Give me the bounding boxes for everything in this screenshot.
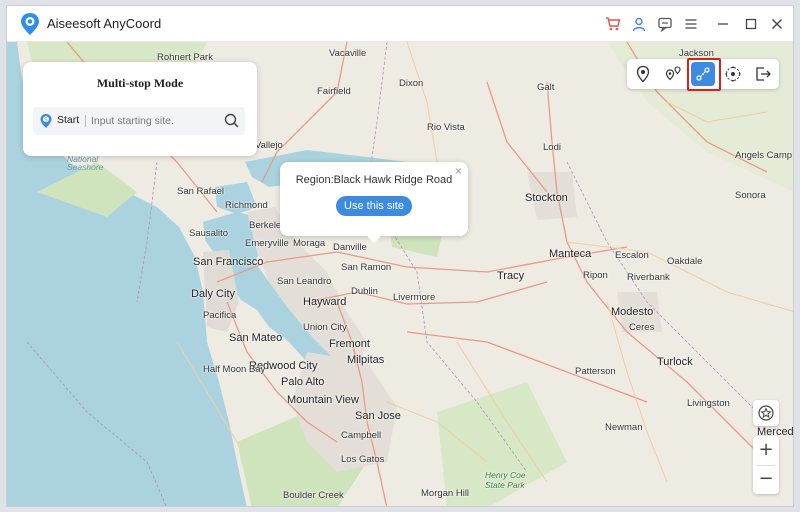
place-label: Fairfield — [317, 86, 351, 97]
place-label: Vallejo — [255, 140, 283, 151]
search-icon[interactable] — [223, 112, 241, 130]
use-this-site-button[interactable]: Use this site — [336, 196, 412, 216]
place-label: Sausalito — [189, 228, 229, 239]
place-label: Modesto — [611, 306, 654, 318]
place-label: San Leandro — [277, 276, 332, 287]
place-label: Palo Alto — [281, 376, 325, 388]
place-label: Galt — [537, 82, 555, 93]
divider — [85, 115, 86, 127]
region-text: Region:Black Hawk Ridge Road — [295, 174, 453, 186]
app-title: Aiseesoft AnyCoord — [47, 16, 162, 31]
place-label: Tracy — [497, 270, 525, 282]
zoom-in-button[interactable]: + — [753, 436, 779, 465]
place-label: San Ramon — [341, 262, 392, 273]
favorite-location-icon[interactable] — [753, 400, 779, 426]
location-popup: × Region:Black Hawk Ridge Road Use this … — [280, 162, 468, 243]
place-label: San Rafael — [177, 186, 225, 197]
zoom-out-button[interactable]: − — [753, 465, 779, 494]
place-label: San Jose — [355, 410, 401, 422]
feedback-icon[interactable] — [655, 14, 675, 34]
start-site-input[interactable] — [91, 112, 217, 130]
place-label: Moraga — [293, 238, 326, 249]
place-label: Ripon — [583, 270, 608, 281]
zoom-control: + − — [753, 436, 779, 494]
place-label: Morgan Hill — [421, 488, 470, 499]
app-logo-icon — [21, 13, 39, 35]
place-label: Ceres — [629, 322, 655, 333]
place-label: Manteca — [549, 248, 592, 260]
place-label: Daly City — [191, 288, 236, 300]
place-label: Rio Vista — [427, 122, 465, 133]
svg-text:S: S — [44, 117, 47, 123]
place-label: Fremont — [329, 338, 370, 350]
multi-stop-panel: Multi-stop Mode S Start — [23, 62, 257, 156]
place-label: Milpitas — [347, 354, 385, 366]
place-label: Oakdale — [667, 256, 703, 267]
place-label: Berkele — [249, 220, 282, 231]
user-icon[interactable] — [629, 14, 649, 34]
place-label: Angels Camp — [735, 150, 793, 161]
place-label: Riverbank — [627, 272, 670, 283]
place-label: Turlock — [657, 356, 693, 368]
panel-title: Multi-stop Mode — [96, 76, 184, 90]
place-label: Sonora — [735, 190, 766, 201]
place-label: Hayward — [303, 296, 347, 308]
place-label: Richmond — [225, 200, 268, 211]
exit-icon[interactable] — [751, 62, 775, 86]
place-label: Stockton — [525, 192, 568, 204]
place-label: San Francisco — [193, 256, 264, 268]
start-label: Start — [57, 114, 80, 126]
place-label: Livermore — [393, 292, 436, 303]
place-label: Seashore — [67, 162, 104, 172]
start-pin-icon: S — [40, 114, 52, 128]
place-label: Los Gatos — [341, 454, 385, 465]
one-stop-mode-icon[interactable] — [661, 62, 685, 86]
place-label: Livingston — [687, 398, 730, 409]
place-label: Newman — [605, 422, 643, 433]
map-canvas[interactable]: Vacaville Fairfield Rohnert Park Dixon V… — [7, 42, 793, 506]
app-window: Aiseesoft AnyCoord Vacaville Fairfield R… — [6, 5, 794, 507]
maximize-icon[interactable] — [741, 14, 761, 34]
teleport-mode-icon[interactable] — [631, 62, 655, 86]
place-label: Patterson — [575, 366, 616, 377]
place-label: Campbell — [341, 430, 382, 441]
cart-icon[interactable] — [603, 14, 623, 34]
start-site-field[interactable]: S Start — [33, 107, 245, 135]
active-mode-highlight — [687, 58, 721, 91]
place-label: Half Moon Bay — [203, 364, 266, 375]
minimize-icon[interactable] — [713, 14, 733, 34]
place-label: Danville — [333, 242, 367, 253]
close-icon[interactable] — [767, 14, 787, 34]
place-label: Union City — [303, 322, 347, 333]
place-label: Emeryville — [245, 238, 289, 249]
place-label: Escalon — [615, 250, 649, 261]
place-label: San Mateo — [229, 332, 283, 344]
place-label: Lodi — [543, 142, 561, 153]
place-label: Mountain View — [287, 394, 359, 406]
menu-icon[interactable] — [681, 14, 701, 34]
title-bar: Aiseesoft AnyCoord — [7, 6, 793, 42]
place-label: Dublin — [351, 286, 378, 297]
place-label: Dixon — [399, 78, 424, 89]
place-label: Pacifica — [203, 310, 237, 321]
joystick-mode-icon[interactable] — [721, 62, 745, 86]
place-label: Henry Coe State Park — [485, 470, 526, 490]
place-label: Boulder Creek — [283, 490, 344, 501]
place-label: Vacaville — [329, 48, 367, 59]
